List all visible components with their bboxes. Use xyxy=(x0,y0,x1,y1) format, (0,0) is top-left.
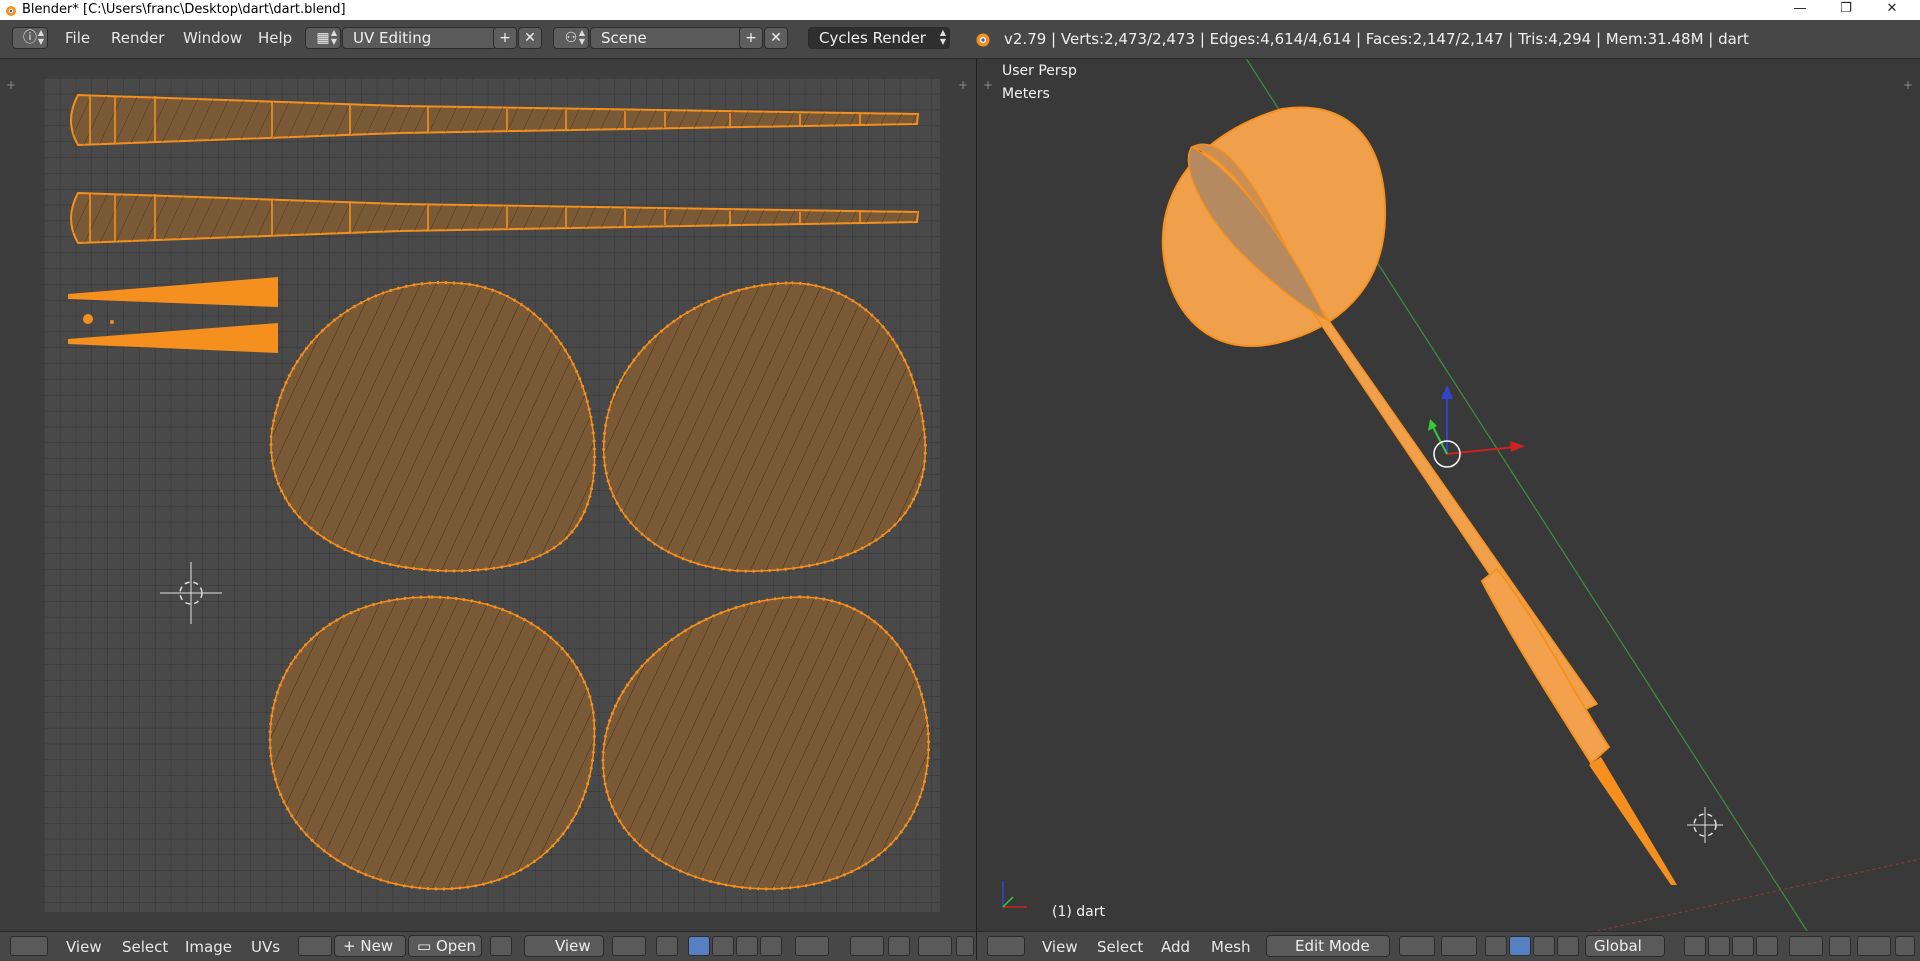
add-icon: + xyxy=(745,30,757,46)
scene-stats: v2.79 | Verts:2,473/2,473 | Edges:4,614/… xyxy=(1004,30,1749,48)
uv-island-flight-3[interactable] xyxy=(268,595,596,891)
dart-shaft-mesh[interactable] xyxy=(1311,312,1599,712)
render-icon[interactable] xyxy=(1895,936,1915,956)
menu-window[interactable]: Window xyxy=(183,29,242,47)
scale-icon[interactable] xyxy=(1557,936,1579,956)
3d-viewport[interactable]: + + User Persp Meters (1) dart xyxy=(977,59,1920,931)
view3d-editor-icon[interactable] xyxy=(987,936,1025,956)
uv-menu-select[interactable]: Select xyxy=(122,938,168,956)
vertex-mode-icon[interactable] xyxy=(1708,936,1730,956)
svg-text:+: + xyxy=(958,78,968,92)
mode-label: Edit Mode xyxy=(1295,937,1370,955)
pin-icon[interactable] xyxy=(490,936,512,956)
viewport-canvas[interactable]: + + xyxy=(977,59,1920,931)
image-icon[interactable] xyxy=(298,936,332,956)
view-units-label: Meters xyxy=(1002,86,1050,102)
window-titlebar: Blender* [C:\Users\franc\Desktop\dart\da… xyxy=(0,0,1920,20)
edge-mode-icon[interactable] xyxy=(1732,936,1754,956)
delete-screen-button[interactable]: ✕ xyxy=(518,27,542,49)
face-mode-icon[interactable] xyxy=(1756,936,1778,956)
layers-icon[interactable] xyxy=(1684,936,1706,956)
manipulator-icon[interactable] xyxy=(1485,936,1507,956)
close-icon: ✕ xyxy=(770,30,782,46)
blender-logo-icon xyxy=(976,33,990,47)
view3d-menu-view[interactable]: View xyxy=(1042,938,1078,956)
island-select-icon[interactable] xyxy=(760,936,782,956)
add-screen-button[interactable]: + xyxy=(493,27,517,49)
shading-icon[interactable] xyxy=(1399,936,1435,956)
orientation-label: Global xyxy=(1594,937,1642,955)
svg-text:+: + xyxy=(6,78,16,92)
mode-select[interactable]: Edit Mode xyxy=(1266,935,1390,957)
active-object-label: (1) dart xyxy=(1052,904,1105,920)
svg-text:+: + xyxy=(1903,78,1913,92)
view3d-menu-add[interactable]: Add xyxy=(1161,938,1190,956)
rotate-icon[interactable] xyxy=(1533,936,1555,956)
uv-editor-footer: View Select Image UVs + New ▭ Open View xyxy=(0,931,976,961)
pivot-icon[interactable] xyxy=(612,936,646,956)
viewport-footer: View Select Add Mesh Edit Mode Global xyxy=(977,931,1920,961)
new-image-label: New xyxy=(360,937,394,955)
uv-menu-uvs[interactable]: UVs xyxy=(251,938,280,956)
texture-icon[interactable] xyxy=(956,936,974,956)
scene-field[interactable]: Scene xyxy=(590,27,745,49)
uv-view-select[interactable]: View xyxy=(524,935,604,957)
orientation-select[interactable]: Global xyxy=(1585,935,1665,957)
dart-tip-mesh[interactable] xyxy=(1589,757,1677,885)
delete-scene-button[interactable]: ✕ xyxy=(764,27,788,49)
snap-icon[interactable] xyxy=(1829,936,1851,956)
new-image-button[interactable]: + New xyxy=(334,935,406,957)
render-engine-label: Cycles Render xyxy=(819,29,926,47)
open-image-label: Open xyxy=(435,937,477,955)
menu-render[interactable]: Render xyxy=(111,29,164,47)
dart-flight-mesh[interactable] xyxy=(1161,106,1387,347)
snap-target-icon[interactable] xyxy=(918,936,952,956)
add-scene-button[interactable]: + xyxy=(739,27,763,49)
uv-island-dot[interactable] xyxy=(83,314,93,324)
close-icon: ✕ xyxy=(524,30,536,46)
view3d-menu-mesh[interactable]: Mesh xyxy=(1211,938,1251,956)
3d-cursor-icon[interactable] xyxy=(1687,807,1723,843)
maximize-button[interactable]: ❐ xyxy=(1823,0,1869,20)
uv-view-label: View xyxy=(555,937,591,955)
axis-gizmo-icon xyxy=(1002,881,1027,908)
folder-icon: ▭ xyxy=(417,937,436,955)
dart-barrel-mesh[interactable] xyxy=(1480,567,1611,765)
uv-canvas[interactable]: + + xyxy=(0,59,976,931)
pivot-point-icon[interactable] xyxy=(1441,936,1477,956)
uv-editor-icon[interactable] xyxy=(10,936,48,956)
edge-select-icon[interactable] xyxy=(712,936,734,956)
transform-manipulator-icon[interactable] xyxy=(1428,385,1525,468)
view3d-menu-select[interactable]: Select xyxy=(1097,938,1143,956)
vertex-select-icon[interactable] xyxy=(688,936,710,956)
view-perspective-label: User Persp xyxy=(1002,63,1077,79)
minimize-button[interactable]: — xyxy=(1777,0,1823,20)
window-title: Blender* [C:\Users\franc\Desktop\dart\da… xyxy=(22,2,346,17)
close-window-button[interactable]: ✕ xyxy=(1869,0,1915,20)
add-icon: + xyxy=(499,30,511,46)
menu-file[interactable]: File xyxy=(65,29,90,47)
menu-help[interactable]: Help xyxy=(258,29,292,47)
proportional-icon[interactable] xyxy=(1789,936,1823,956)
translate-icon[interactable] xyxy=(1509,936,1531,956)
blender-logo-icon xyxy=(6,6,16,16)
face-select-icon[interactable] xyxy=(736,936,758,956)
proportional-icon[interactable] xyxy=(850,936,884,956)
uv-image-editor[interactable]: + + xyxy=(0,59,976,931)
snap-target-icon[interactable] xyxy=(1857,936,1891,956)
open-image-button[interactable]: ▭ Open xyxy=(408,935,482,957)
uv-menu-image[interactable]: Image xyxy=(185,938,232,956)
screen-layout-icon[interactable]: ▦ ▲ ▼ xyxy=(305,27,341,49)
uv-menu-view[interactable]: View xyxy=(66,938,102,956)
info-editor-icon[interactable]: ⓘ ▲ ▼ xyxy=(12,27,48,49)
scene-icon[interactable]: ⚇ ▲ ▼ xyxy=(553,27,589,49)
add-icon: + xyxy=(343,937,361,955)
svg-text:+: + xyxy=(983,78,993,92)
screen-layout-field[interactable]: UV Editing xyxy=(342,27,497,49)
snap-icon[interactable] xyxy=(888,936,910,956)
sticky-select-icon[interactable] xyxy=(795,936,829,956)
render-engine-select[interactable]: Cycles Render ▲ ▼ xyxy=(808,27,950,49)
sync-icon[interactable] xyxy=(656,936,678,956)
